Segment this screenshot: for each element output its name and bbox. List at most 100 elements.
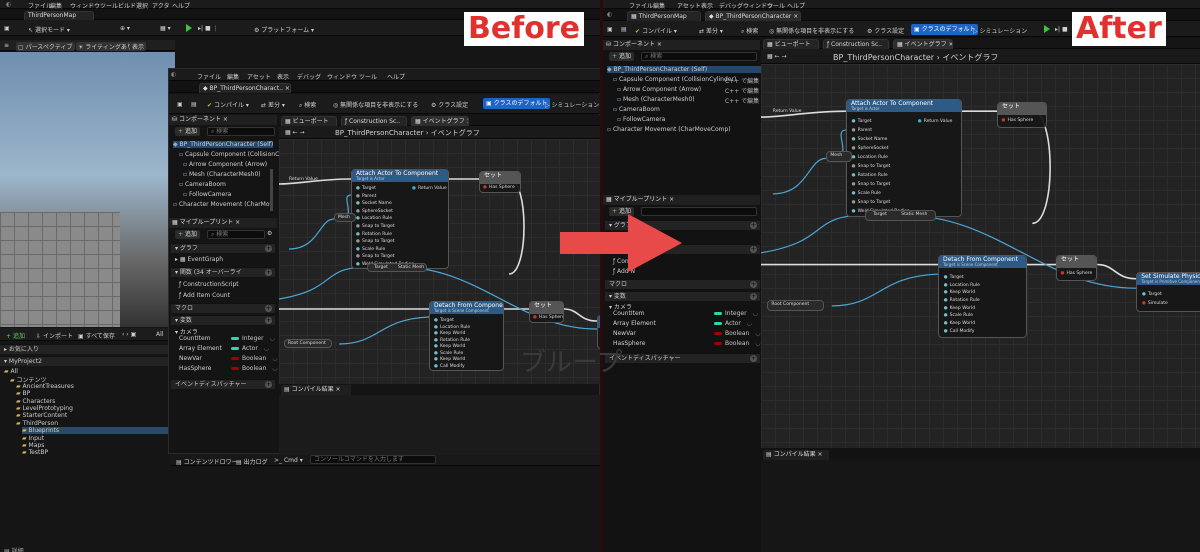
attach-pin[interactable]: ● Socket Name — [356, 201, 392, 206]
path-all[interactable]: All — [156, 331, 163, 338]
r-components-search[interactable]: ⌕ 検索 — [641, 52, 757, 61]
variables-section[interactable]: ▾ 変数 + — [171, 315, 275, 325]
bp-menu-debug[interactable]: デバッグ — [297, 72, 321, 81]
detach-pin[interactable]: ● Call Modify — [944, 329, 975, 334]
variable-name[interactable]: CountItem — [179, 335, 210, 342]
tree-item[interactable]: ▰ ThirdPerson — [16, 420, 170, 427]
visibility-eye-icon[interactable]: ◡ — [270, 335, 275, 342]
attach-return-pin[interactable]: ● Return Value — [918, 119, 953, 124]
r-add-dispatcher-icon[interactable]: + — [750, 355, 757, 362]
set1-pin[interactable]: ● Has Sphere — [1002, 118, 1034, 123]
bp-save-icon[interactable]: ▣ — [177, 101, 183, 108]
attach-pin[interactable]: ● Rotation Rule — [852, 173, 888, 178]
add-variable-button[interactable]: + 追加 — [175, 230, 200, 239]
target-static-mesh-node[interactable]: Target Static Mesh — [864, 210, 936, 221]
detach-pin[interactable]: ● Scale Rule — [944, 313, 973, 318]
r-add-macro-icon[interactable]: + — [750, 281, 757, 288]
r-compile-results-tab[interactable]: ▤ コンパイル結果 × — [763, 450, 829, 460]
root-component-node[interactable]: Root Component — [284, 339, 332, 348]
attach-pin[interactable]: ● Parent — [356, 194, 376, 199]
tree-item[interactable]: ▰ TestBP — [22, 449, 170, 456]
component-item[interactable]: ▫ Mesh (CharacterMesh0) — [617, 96, 695, 103]
settings-gear-icon[interactable]: ⚙ — [267, 230, 272, 237]
attach-pin[interactable]: ● Snap to Target — [356, 254, 395, 259]
perspective-button[interactable]: ▢ パースペクティブ — [16, 42, 75, 51]
wire[interactable] — [1032, 110, 1051, 225]
visibility-eye-icon[interactable]: ◡ — [755, 330, 760, 337]
wire[interactable] — [563, 308, 598, 322]
detach-pin[interactable]: ● Target — [944, 275, 964, 280]
attach-actor-node[interactable]: Attach Actor To Component Target is Actor… — [351, 169, 449, 269]
graph-nav-arrows-icon[interactable]: ▦ ← → — [285, 129, 305, 136]
detach-pin[interactable]: ● Scale Rule — [434, 351, 463, 356]
component-item[interactable]: ▫ FollowCamera — [183, 191, 231, 198]
tree-item[interactable]: ▰ Maps — [22, 442, 170, 449]
attach-return-pin[interactable]: ● Return Value — [412, 186, 447, 191]
component-item[interactable]: ▫ Mesh (CharacterMesh0) — [183, 171, 261, 178]
tree-item[interactable]: ▰ Characters — [16, 398, 170, 405]
set-hassphere-node-2[interactable]: セット ● Has Sphere — [529, 301, 564, 323]
r-tab-construction[interactable]: ƒ Construction Sc.. — [823, 39, 889, 49]
detach-pin[interactable]: ● Keep World — [944, 321, 975, 326]
bp-menu-view[interactable]: 表示 — [277, 72, 289, 81]
bp-menu-edit[interactable]: 編集 — [227, 72, 239, 81]
lighting-button[interactable]: ☀ ライティングあり — [76, 42, 135, 51]
r-class-settings-button[interactable]: ⚙ クラス設定 — [867, 26, 904, 35]
variable-name[interactable]: NewVar — [613, 330, 636, 337]
detach-pin[interactable]: ● Rotation Rule — [944, 298, 980, 303]
detach-pin[interactable]: ● Rotation Rule — [434, 338, 470, 343]
r-tab-viewport[interactable]: ▦ ビューポート — [763, 39, 819, 49]
r-tab-map[interactable]: ▦ ThirdPersonMap — [627, 11, 701, 21]
r-breadcrumb-graph[interactable]: イベントグラフ — [942, 53, 998, 62]
r-dispatchers-section[interactable]: イベントディスパッチャー + — [605, 353, 760, 363]
r-simulation-button[interactable]: ▷ シミュレーション — [973, 26, 1027, 35]
save-icon[interactable]: ▣ — [4, 25, 10, 32]
tab-viewport[interactable]: ▦ ビューポート — [281, 116, 337, 126]
platform-menu[interactable]: ⚙ プラットフォーム ▾ — [254, 25, 314, 34]
r-add-component-button[interactable]: + 追加 — [609, 52, 634, 61]
detach-pin[interactable]: ● Location Rule — [434, 325, 470, 330]
wire[interactable] — [761, 214, 868, 254]
r-tab-event-graph[interactable]: ▦ イベントグラフ × — [893, 39, 953, 49]
add-content-button[interactable]: + 追加 — [6, 331, 25, 340]
tree-item[interactable]: ▰ Blueprints — [22, 427, 170, 435]
mesh-getter-node[interactable]: Mesh — [334, 213, 356, 222]
visibility-eye-icon[interactable]: ◡ — [753, 310, 758, 317]
search-button[interactable]: ⌕ 検索 — [299, 100, 316, 110]
set2-pin[interactable]: ● Has Sphere — [1061, 271, 1093, 276]
component-item[interactable]: ▫ Character Movement (CharMoveComp) — [607, 126, 731, 133]
attach-pin[interactable]: ● Target — [852, 119, 872, 124]
graph-section[interactable]: ▾ グラフ + — [171, 243, 275, 253]
wire[interactable] — [279, 266, 370, 300]
nav-arrows-icon[interactable]: ‹ › ▣ — [122, 331, 136, 338]
set-hassphere-node-1[interactable]: セット ● Has Sphere — [479, 171, 521, 193]
functions-section[interactable]: ▾ 関数 (34 オーバーライ + — [171, 267, 275, 277]
attach-pin[interactable]: ● Rotation Rule — [356, 232, 392, 237]
add-variable-icon[interactable]: + — [265, 317, 272, 324]
component-item[interactable]: ▫ Arrow Component (Arrow) — [617, 86, 701, 93]
attach-pin[interactable]: ● Snap to Target — [356, 239, 395, 244]
set1-pin[interactable]: ● Has Sphere — [483, 185, 515, 190]
tree-item[interactable]: ▰ LevelPrototyping — [16, 405, 170, 412]
detach-pin[interactable]: ● Call Modify — [434, 364, 465, 369]
construction-script-item[interactable]: ƒ ConstructionScript — [179, 281, 239, 288]
class-settings-button[interactable]: ⚙ クラス設定 — [431, 100, 468, 109]
component-item[interactable]: ▫ Arrow Component (Arrow) — [183, 161, 267, 168]
attach-pin[interactable]: ● Snap to Target — [852, 200, 891, 205]
components-scrollbar[interactable] — [270, 169, 273, 211]
tree-item[interactable]: ▰ BP — [16, 390, 170, 397]
target-static-mesh-node[interactable]: Target Static Mesh — [367, 263, 427, 272]
variable-type[interactable]: Boolean ◡ — [231, 355, 278, 362]
edit-in-cpp-link[interactable]: C++ で編集 — [725, 86, 759, 95]
tree-item[interactable]: ▰ StarterContent — [16, 412, 170, 419]
visibility-eye-icon[interactable]: ◡ — [264, 345, 269, 352]
detach-pin[interactable]: ● Target — [434, 318, 454, 323]
attach-pin[interactable]: ● Location Rule — [852, 155, 888, 160]
root-component-node[interactable]: Root Component — [766, 300, 824, 311]
add-function-icon[interactable]: + — [265, 269, 272, 276]
add-dispatcher-icon[interactable]: + — [265, 381, 272, 388]
attach-pin[interactable]: ● SphereSocket — [356, 209, 393, 214]
detach-node[interactable]: Detach From Component Target is Scene Com… — [938, 255, 1027, 338]
project-section[interactable]: ▾ MyProject2 — [0, 356, 170, 366]
class-defaults-button[interactable]: ▣ クラスのデフォルト — [483, 98, 551, 109]
